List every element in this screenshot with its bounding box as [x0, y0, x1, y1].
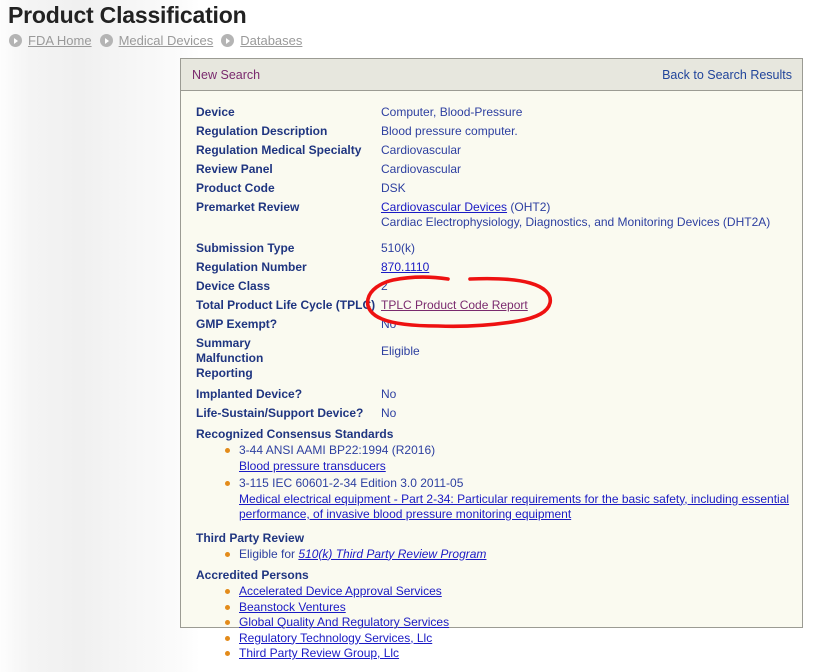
field-label: Submission Type [196, 241, 295, 255]
standard-description-link[interactable]: Blood pressure transducers [239, 459, 386, 475]
accredited-person-link[interactable]: Beanstock Ventures [239, 600, 346, 614]
field-regulation-description: Regulation Description Blood pressure co… [195, 124, 790, 139]
tplc-product-code-report-link[interactable]: TPLC Product Code Report [381, 298, 528, 312]
standard-code: 3-115 IEC 60601-2-34 Edition 3.0 2011-05 [239, 476, 464, 490]
field-product-code: Product Code DSK [195, 181, 790, 196]
field-device: Device Computer, Blood-Pressure [195, 105, 790, 120]
field-label: Premarket Review [196, 200, 300, 214]
list-item: Regulatory Technology Services, Llc [225, 631, 790, 647]
regulation-number-link[interactable]: 870.1110 [381, 260, 429, 274]
field-implanted-device: Implanted Device? No [195, 387, 790, 402]
back-to-search-results-link[interactable]: Back to Search Results [662, 68, 792, 82]
field-summary-malfunction-reporting: Summary Malfunction Reporting Eligible [195, 336, 790, 381]
consensus-standards-list: 3-44 ANSI AAMI BP22:1994 (R2016) Blood p… [195, 443, 790, 525]
field-regulation-medical-specialty: Regulation Medical Specialty Cardiovascu… [195, 143, 790, 158]
field-submission-type: Submission Type 510(k) [195, 241, 790, 256]
field-regulation-number: Regulation Number 870.1110 [195, 260, 790, 275]
section-title-consensus-standards: Recognized Consensus Standards [196, 427, 394, 441]
panel-body: Device Computer, Blood-Pressure Regulati… [181, 91, 802, 672]
chevron-circle-icon [99, 34, 113, 47]
breadcrumb-item-databases[interactable]: Databases [238, 33, 306, 48]
field-label: Summary Malfunction Reporting [196, 336, 264, 380]
field-value: Computer, Blood-Pressure [381, 105, 523, 119]
chevron-circle-icon [9, 34, 22, 47]
field-value: Blood pressure computer. [381, 124, 518, 138]
field-life-sustain-support-device: Life-Sustain/Support Device? No [195, 406, 790, 421]
field-label: Implanted Device? [196, 387, 303, 401]
cardiovascular-devices-link[interactable]: Cardiovascular Devices [381, 200, 507, 214]
third-party-review-list: Eligible for 510(k) Third Party Review P… [195, 547, 790, 563]
breadcrumb-item-fda-home[interactable]: FDA Home [26, 33, 96, 48]
section-title-third-party-review: Third Party Review [196, 530, 305, 545]
field-premarket-review: Premarket Review Cardiovascular Devices … [195, 200, 790, 230]
field-gmp-exempt: GMP Exempt? No [195, 317, 790, 332]
field-label: Regulation Number [196, 260, 307, 274]
breadcrumb: FDA Home Medical Devices Databases [9, 33, 306, 48]
page-title: Product Classification [8, 2, 247, 28]
field-label: GMP Exempt? [196, 317, 278, 331]
field-value: No [381, 406, 397, 420]
standard-description-link[interactable]: Medical electrical equipment - Part 2-34… [239, 492, 790, 523]
field-value: Cardiovascular Devices (OHT2) Cardiac El… [381, 200, 770, 230]
premarket-review-line2: Cardiac Electrophysiology, Diagnostics, … [381, 215, 771, 229]
accredited-person-link[interactable]: Third Party Review Group, Llc [239, 646, 399, 660]
field-value: Cardiovascular [381, 143, 462, 157]
premarket-review-suffix: (OHT2) [507, 200, 551, 214]
list-item: Third Party Review Group, Llc [225, 646, 790, 662]
accredited-person-link[interactable]: Accelerated Device Approval Services [239, 584, 442, 598]
section-title-accredited-persons: Accredited Persons [196, 568, 309, 582]
panel-header: New Search Back to Search Results [181, 59, 802, 91]
new-search-link[interactable]: New Search [192, 68, 260, 82]
field-label: Device [196, 105, 235, 119]
accredited-persons-list: Accelerated Device Approval Services Bea… [195, 584, 790, 662]
field-value: Eligible [381, 344, 420, 358]
list-item: Eligible for 510(k) Third Party Review P… [225, 547, 790, 563]
field-value: No [381, 317, 397, 331]
field-label: Product Code [196, 181, 275, 195]
field-label: Regulation Medical Specialty [196, 143, 362, 157]
field-label: Review Panel [196, 162, 273, 176]
field-value: DSK [381, 181, 406, 195]
accredited-person-link[interactable]: Global Quality And Regulatory Services [239, 615, 449, 629]
list-item: Beanstock Ventures [225, 600, 790, 616]
standard-code: 3-44 ANSI AAMI BP22:1994 (R2016) [239, 443, 436, 457]
field-value: No [381, 387, 397, 401]
field-label: Device Class [196, 279, 271, 293]
field-review-panel: Review Panel Cardiovascular [195, 162, 790, 177]
field-value: TPLC Product Code Report [381, 298, 528, 313]
field-label: Life-Sustain/Support Device? [196, 406, 364, 420]
field-total-product-life-cycle: Total Product Life Cycle (TPLC) TPLC Pro… [195, 298, 790, 313]
field-device-class: Device Class 2 [195, 279, 790, 294]
field-value: 870.1110 [381, 260, 429, 275]
list-item: Global Quality And Regulatory Services [225, 615, 790, 631]
field-value: 510(k) [381, 241, 416, 255]
list-item: 3-115 IEC 60601-2-34 Edition 3.0 2011-05… [225, 476, 790, 525]
chevron-circle-icon [221, 34, 235, 47]
classification-panel: New Search Back to Search Results Device… [180, 58, 803, 660]
field-label: Total Product Life Cycle (TPLC) [196, 298, 376, 312]
field-value: Cardiovascular [381, 162, 462, 176]
accredited-person-link[interactable]: Regulatory Technology Services, Llc [239, 631, 432, 645]
list-item: 3-44 ANSI AAMI BP22:1994 (R2016) Blood p… [225, 443, 790, 476]
breadcrumb-item-medical-devices[interactable]: Medical Devices [117, 33, 218, 48]
list-item: Accelerated Device Approval Services [225, 584, 790, 600]
field-value: 2 [381, 279, 388, 293]
third-party-review-program-link[interactable]: 510(k) Third Party Review Program [298, 547, 486, 561]
third-party-prefix: Eligible for [239, 546, 299, 561]
field-label: Regulation Description [196, 124, 328, 138]
